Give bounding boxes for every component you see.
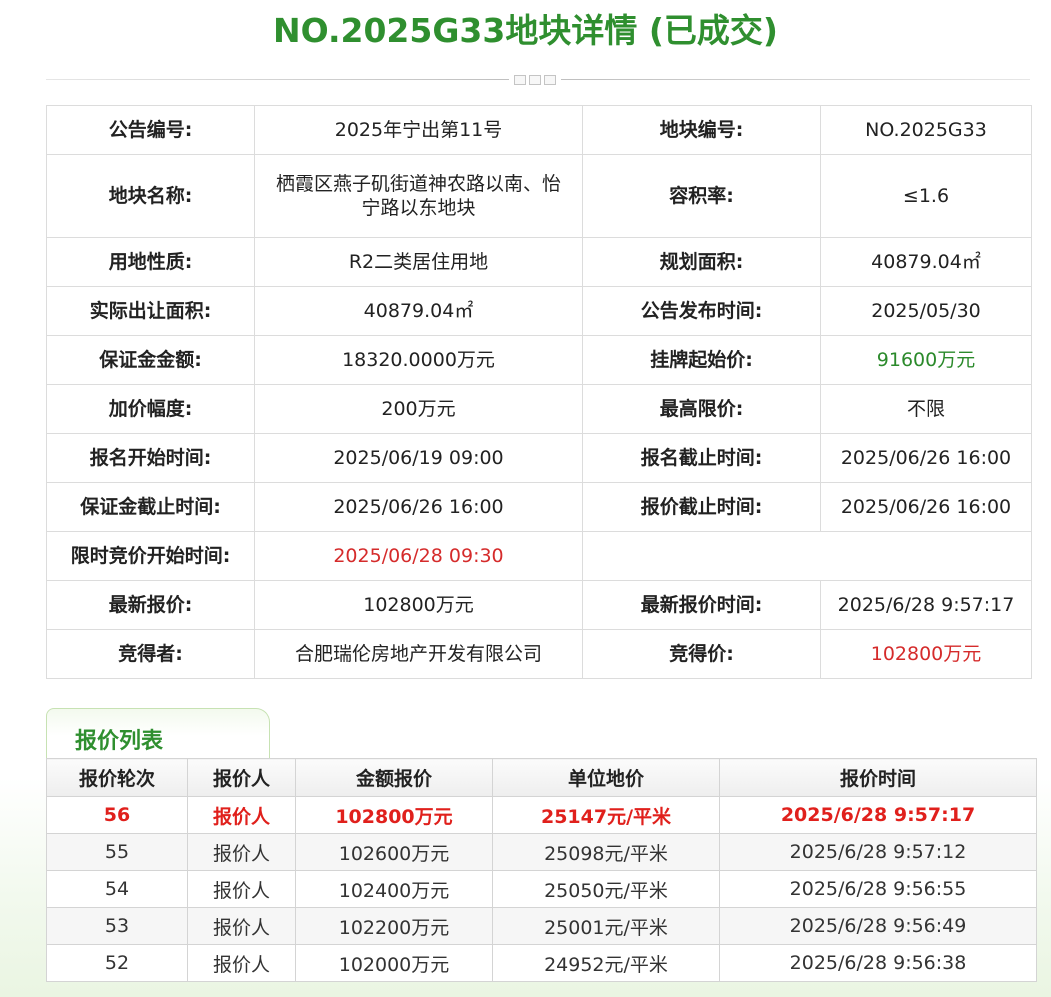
bid-round: 52: [46, 944, 188, 982]
detail-row-increment: 加价幅度: 200万元 最高限价: 不限: [46, 384, 1032, 434]
bid-amount: 102200万元: [295, 907, 493, 945]
planned-area-label: 规划面积:: [582, 237, 821, 287]
detail-row-parcel-name: 地块名称: 栖霞区燕子矶街道神农路以南、怡宁路以东地块 容积率: ≤1.6: [46, 154, 1032, 238]
tab-bid-list[interactable]: 报价列表: [46, 708, 270, 758]
plot-ratio-label: 容积率:: [582, 154, 821, 238]
parcel-no-value: NO.2025G33: [820, 105, 1032, 155]
bid-amount: 102600万元: [295, 833, 493, 871]
bid-unit-price: 25147元/平米: [492, 796, 720, 834]
table-row: 56 报价人 102800万元 25147元/平米 2025/6/28 9:57…: [46, 796, 1037, 834]
bid-unit-price: 25050元/平米: [492, 870, 720, 908]
bid-unit-price: 24952元/平米: [492, 944, 720, 982]
reg-end-label: 报名截止时间:: [582, 433, 821, 483]
detail-row-deadlines: 保证金截止时间: 2025/06/26 16:00 报价截止时间: 2025/0…: [46, 482, 1032, 532]
page-title: NO.2025G33地块详情 (已成交): [273, 11, 778, 50]
land-detail-page: NO.2025G33地块详情 (已成交) 公告编号: 2025年宁出第11号 地…: [0, 0, 1051, 997]
bid-list-table: 报价轮次 报价人 金额报价 单位地价 报价时间 56 报价人 102800万元 …: [46, 758, 1037, 982]
bid-amount: 102000万元: [295, 944, 493, 982]
bid-time: 2025/6/28 9:56:38: [719, 944, 1037, 982]
bid-round: 54: [46, 870, 188, 908]
bid-bidder: 报价人: [187, 907, 296, 945]
table-row: 53 报价人 102200万元 25001元/平米 2025/6/28 9:56…: [46, 907, 1037, 945]
detail-row-notice-no: 公告编号: 2025年宁出第11号 地块编号: NO.2025G33: [46, 105, 1032, 155]
bid-unit-price: 25098元/平米: [492, 833, 720, 871]
start-price-label: 挂牌起始价:: [582, 335, 821, 385]
winning-price-label: 竞得价:: [582, 629, 821, 679]
deposit-amount-value: 18320.0000万元: [254, 335, 583, 385]
bid-time: 2025/6/28 9:57:12: [719, 833, 1037, 871]
quote-deadline-value: 2025/06/26 16:00: [820, 482, 1032, 532]
bid-round: 56: [46, 796, 188, 834]
winning-price-value: 102800万元: [820, 629, 1032, 679]
publish-date-label: 公告发布时间:: [582, 286, 821, 336]
notice-no-value: 2025年宁出第11号: [254, 105, 583, 155]
latest-quote-time-value: 2025/6/28 9:57:17: [820, 580, 1032, 630]
increment-label: 加价幅度:: [46, 384, 255, 434]
detail-row-land-use: 用地性质: R2二类居住用地 规划面积: 40879.04㎡: [46, 237, 1032, 287]
quote-deadline-label: 报价截止时间:: [582, 482, 821, 532]
bid-bidder: 报价人: [187, 796, 296, 834]
bid-amount: 102400万元: [295, 870, 493, 908]
deposit-deadline-value: 2025/06/26 16:00: [254, 482, 583, 532]
bid-table-header: 报价轮次 报价人 金额报价 单位地价 报价时间: [46, 758, 1037, 797]
table-row: 55 报价人 102600万元 25098元/平米 2025/6/28 9:57…: [46, 833, 1037, 871]
increment-value: 200万元: [254, 384, 583, 434]
divider-ornament-icon: [509, 73, 561, 86]
deposit-deadline-label: 保证金截止时间:: [46, 482, 255, 532]
reg-start-value: 2025/06/19 09:00: [254, 433, 583, 483]
detail-row-winner: 竞得者: 合肥瑞伦房地产开发有限公司 竞得价: 102800万元: [46, 629, 1032, 679]
parcel-name-label: 地块名称:: [46, 154, 255, 238]
header-bidder: 报价人: [187, 758, 296, 797]
header-quote-time: 报价时间: [719, 758, 1037, 797]
table-row: 54 报价人 102400万元 25050元/平米 2025/6/28 9:56…: [46, 870, 1037, 908]
header-unit-price: 单位地价: [492, 758, 720, 797]
header-amount: 金额报价: [295, 758, 493, 797]
bid-round: 55: [46, 833, 188, 871]
bid-time: 2025/6/28 9:56:55: [719, 870, 1037, 908]
actual-area-value: 40879.04㎡: [254, 286, 583, 336]
bid-round: 53: [46, 907, 188, 945]
bid-bidder: 报价人: [187, 833, 296, 871]
detail-row-latest-quote: 最新报价: 102800万元 最新报价时间: 2025/6/28 9:57:17: [46, 580, 1032, 630]
winner-value: 合肥瑞伦房地产开发有限公司: [254, 629, 583, 679]
empty-cell: [582, 531, 1032, 581]
plot-ratio-value: ≤1.6: [820, 154, 1032, 238]
header-round: 报价轮次: [46, 758, 188, 797]
land-use-value: R2二类居住用地: [254, 237, 583, 287]
bid-bidder: 报价人: [187, 870, 296, 908]
planned-area-value: 40879.04㎡: [820, 237, 1032, 287]
notice-no-label: 公告编号:: [46, 105, 255, 155]
winner-label: 竞得者:: [46, 629, 255, 679]
parcel-no-label: 地块编号:: [582, 105, 821, 155]
publish-date-value: 2025/05/30: [820, 286, 1032, 336]
deposit-amount-label: 保证金金额:: [46, 335, 255, 385]
bid-amount: 102800万元: [295, 796, 493, 834]
detail-row-timed-bidding: 限时竞价开始时间: 2025/06/28 09:30: [46, 531, 1032, 581]
bid-unit-price: 25001元/平米: [492, 907, 720, 945]
latest-quote-time-label: 最新报价时间:: [582, 580, 821, 630]
detail-row-actual-area: 实际出让面积: 40879.04㎡ 公告发布时间: 2025/05/30: [46, 286, 1032, 336]
actual-area-label: 实际出让面积:: [46, 286, 255, 336]
reg-start-label: 报名开始时间:: [46, 433, 255, 483]
land-detail-table: 公告编号: 2025年宁出第11号 地块编号: NO.2025G33 地块名称:…: [46, 105, 1032, 679]
bid-bidder: 报价人: [187, 944, 296, 982]
table-row: 52 报价人 102000万元 24952元/平米 2025/6/28 9:56…: [46, 944, 1037, 982]
price-cap-value: 不限: [820, 384, 1032, 434]
reg-end-value: 2025/06/26 16:00: [820, 433, 1032, 483]
timed-bidding-start-value: 2025/06/28 09:30: [254, 531, 583, 581]
tab-bid-list-label: 报价列表: [75, 729, 164, 754]
bid-time: 2025/6/28 9:57:17: [719, 796, 1037, 834]
land-use-label: 用地性质:: [46, 237, 255, 287]
parcel-name-value: 栖霞区燕子矶街道神农路以南、怡宁路以东地块: [254, 154, 583, 238]
detail-row-deposit: 保证金金额: 18320.0000万元 挂牌起始价: 91600万元: [46, 335, 1032, 385]
timed-bidding-start-label: 限时竞价开始时间:: [46, 531, 255, 581]
detail-row-registration: 报名开始时间: 2025/06/19 09:00 报名截止时间: 2025/06…: [46, 433, 1032, 483]
latest-quote-value: 102800万元: [254, 580, 583, 630]
bid-time: 2025/6/28 9:56:49: [719, 907, 1037, 945]
latest-quote-label: 最新报价:: [46, 580, 255, 630]
price-cap-label: 最高限价:: [582, 384, 821, 434]
start-price-value: 91600万元: [820, 335, 1032, 385]
